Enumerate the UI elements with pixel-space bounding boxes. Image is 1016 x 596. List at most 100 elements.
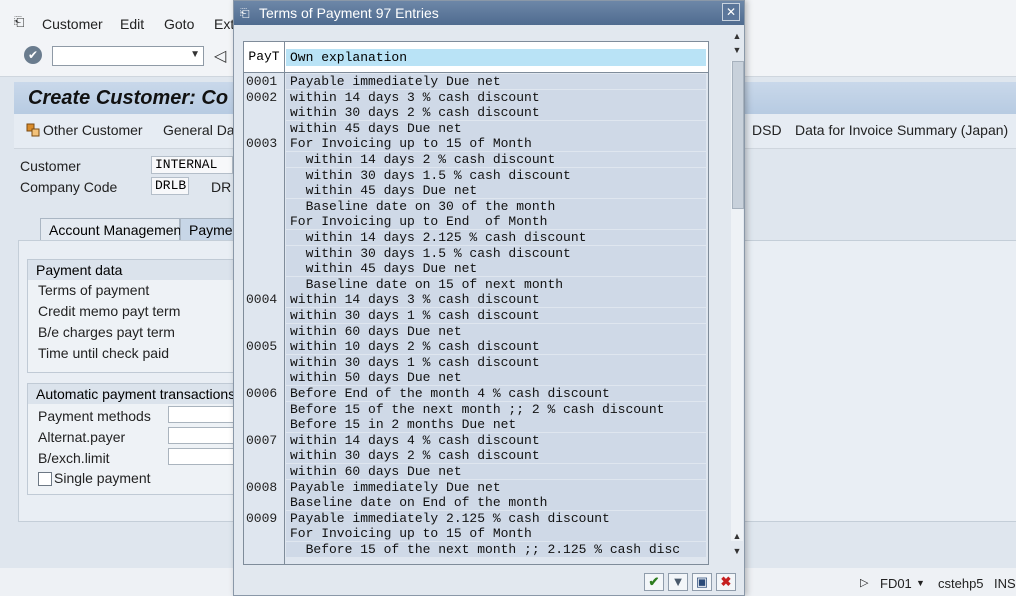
- explanation-cell[interactable]: within 45 days Due net: [286, 120, 706, 136]
- bexch-limit-input[interactable]: [168, 448, 238, 465]
- filter-icon[interactable]: ▼: [668, 573, 688, 591]
- tab-account-management[interactable]: Account Management: [40, 218, 185, 240]
- table-row[interactable]: Baseline date on End of the month: [244, 495, 708, 511]
- status-expand-icon[interactable]: ▷: [860, 576, 868, 589]
- menu-edit[interactable]: Edit: [120, 16, 144, 32]
- explanation-cell[interactable]: within 30 days 1.5 % cash discount: [286, 245, 706, 261]
- scroll-page-down-icon[interactable]: ▲: [730, 531, 744, 543]
- explanation-cell[interactable]: Before 15 of the next month ;; 2.125 % c…: [286, 542, 706, 557]
- explanation-cell[interactable]: within 14 days 2 % cash discount: [286, 152, 706, 167]
- scroll-page-up-icon[interactable]: ▼: [730, 45, 744, 57]
- explanation-cell[interactable]: within 60 days Due net: [286, 323, 706, 339]
- back-icon[interactable]: ◁: [214, 46, 226, 66]
- explanation-cell[interactable]: Before 15 of the next month ;; 2 % cash …: [286, 401, 706, 417]
- payt-cell[interactable]: [246, 526, 284, 541]
- explanation-cell[interactable]: For Invoicing up to End of Month: [286, 214, 706, 230]
- other-customer-icon[interactable]: [26, 123, 40, 137]
- table-row[interactable]: Baseline date on 30 of the month: [244, 198, 708, 215]
- table-row[interactable]: 0008 Payable immediately Due net: [244, 479, 708, 496]
- close-icon[interactable]: ✕: [722, 3, 740, 21]
- table-row[interactable]: 0006 Before End of the month 4 % cash dis…: [244, 386, 708, 402]
- payt-cell[interactable]: [246, 495, 284, 510]
- table-row[interactable]: within 14 days 2 % cash discount: [244, 152, 708, 168]
- cancel-icon[interactable]: ✖: [716, 573, 736, 591]
- command-field[interactable]: ▼: [52, 46, 204, 66]
- payt-cell[interactable]: [246, 152, 284, 167]
- payt-cell[interactable]: [246, 214, 284, 229]
- explanation-cell[interactable]: Payable immediately Due net: [286, 74, 706, 89]
- scroll-track[interactable]: [731, 61, 744, 541]
- explanation-cell[interactable]: For Invoicing up to 15 of Month: [286, 136, 706, 152]
- explanation-cell[interactable]: Baseline date on End of the month: [286, 495, 706, 511]
- alternat-payer-input[interactable]: [168, 427, 238, 444]
- explanation-cell[interactable]: Payable immediately Due net: [286, 479, 706, 495]
- explanation-cell[interactable]: Payable immediately 2.125 % cash discoun…: [286, 510, 706, 526]
- table-row[interactable]: within 45 days Due net: [244, 120, 708, 137]
- explanation-cell[interactable]: Before 15 in 2 months Due net: [286, 417, 706, 433]
- confirm-check-icon[interactable]: ✔: [644, 573, 664, 591]
- table-row[interactable]: within 30 days 1 % cash discount: [244, 354, 708, 371]
- table-row[interactable]: within 60 days Due net: [244, 323, 708, 340]
- explanation-cell[interactable]: within 14 days 3 % cash discount: [286, 89, 706, 105]
- payt-cell[interactable]: 0001: [246, 74, 284, 89]
- table-row[interactable]: For Invoicing up to 15 of Month: [244, 526, 708, 542]
- payt-cell[interactable]: 0009: [246, 511, 284, 526]
- payt-cell[interactable]: [246, 464, 284, 479]
- payt-cell[interactable]: [246, 542, 284, 557]
- status-dropdown-icon[interactable]: ▼: [916, 578, 925, 588]
- explanation-cell[interactable]: Baseline date on 30 of the month: [286, 198, 706, 214]
- explanation-cell[interactable]: Before End of the month 4 % cash discoun…: [286, 386, 706, 401]
- explanation-cell[interactable]: within 30 days 2 % cash discount: [286, 105, 706, 121]
- scroll-thumb[interactable]: [732, 61, 744, 209]
- payt-cell[interactable]: 0008: [246, 480, 284, 495]
- explanation-cell[interactable]: Baseline date on 15 of next month: [286, 276, 706, 292]
- scroll-up-icon[interactable]: ▲: [730, 31, 744, 43]
- table-row[interactable]: within 30 days 2 % cash discount: [244, 105, 708, 121]
- payt-cell[interactable]: 0003: [246, 136, 284, 151]
- explanation-cell[interactable]: within 50 days Due net: [286, 370, 706, 386]
- explanation-cell[interactable]: within 14 days 4 % cash discount: [286, 432, 706, 448]
- payt-cell[interactable]: [246, 277, 284, 292]
- payt-cell[interactable]: [246, 168, 284, 183]
- invoice-summary-button[interactable]: Data for Invoice Summary (Japan): [795, 122, 1008, 138]
- table-row[interactable]: within 30 days 1.5 % cash discount: [244, 167, 708, 184]
- payt-cell[interactable]: 0006: [246, 386, 284, 401]
- vertical-scrollbar[interactable]: ▲ ▼ ▲ ▼: [730, 31, 744, 563]
- table-row[interactable]: Before 15 of the next month ;; 2 % cash …: [244, 401, 708, 418]
- payt-cell[interactable]: [246, 246, 284, 261]
- table-row[interactable]: within 45 days Due net: [244, 183, 708, 199]
- payt-cell[interactable]: [246, 183, 284, 198]
- table-row[interactable]: 0001 Payable immediately Due net: [244, 74, 708, 90]
- payt-cell[interactable]: [246, 121, 284, 136]
- table-row[interactable]: 0004 within 14 days 3 % cash discount: [244, 292, 708, 308]
- table-row[interactable]: 0007 within 14 days 4 % cash discount: [244, 432, 708, 449]
- table-row[interactable]: within 14 days 2.125 % cash discount: [244, 230, 708, 246]
- table-row[interactable]: Before 15 in 2 months Due net: [244, 417, 708, 433]
- table-row[interactable]: within 30 days 1.5 % cash discount: [244, 245, 708, 262]
- payt-cell[interactable]: 0002: [246, 90, 284, 105]
- single-payment-checkbox[interactable]: [38, 472, 52, 486]
- dropdown-arrow-icon[interactable]: ▼: [190, 49, 200, 60]
- menu-goto[interactable]: Goto: [164, 16, 194, 32]
- table-row[interactable]: 0009 Payable immediately 2.125 % cash dis…: [244, 510, 708, 527]
- payment-methods-input[interactable]: [168, 406, 238, 423]
- table-row[interactable]: Before 15 of the next month ;; 2.125 % c…: [244, 542, 708, 558]
- explanation-cell[interactable]: within 45 days Due net: [286, 183, 706, 199]
- payt-cell[interactable]: [246, 105, 284, 120]
- table-row[interactable]: within 60 days Due net: [244, 464, 708, 480]
- payt-cell[interactable]: [246, 324, 284, 339]
- column-header-explanation[interactable]: Own explanation: [286, 49, 706, 66]
- explanation-cell[interactable]: For Invoicing up to 15 of Month: [286, 526, 706, 542]
- payt-cell[interactable]: [246, 308, 284, 323]
- explanation-cell[interactable]: within 14 days 3 % cash discount: [286, 292, 706, 308]
- payt-cell[interactable]: 0004: [246, 292, 284, 307]
- app-menu-icon[interactable]: ⎗: [14, 14, 30, 29]
- payt-cell[interactable]: [246, 448, 284, 463]
- explanation-cell[interactable]: within 45 days Due net: [286, 261, 706, 277]
- scroll-down-icon[interactable]: ▼: [730, 546, 744, 558]
- enter-check-icon[interactable]: ✔: [24, 46, 42, 64]
- payt-cell[interactable]: 0005: [246, 339, 284, 354]
- explanation-cell[interactable]: within 10 days 2 % cash discount: [286, 339, 706, 355]
- payt-cell[interactable]: [246, 230, 284, 245]
- table-row[interactable]: Baseline date on 15 of next month: [244, 276, 708, 293]
